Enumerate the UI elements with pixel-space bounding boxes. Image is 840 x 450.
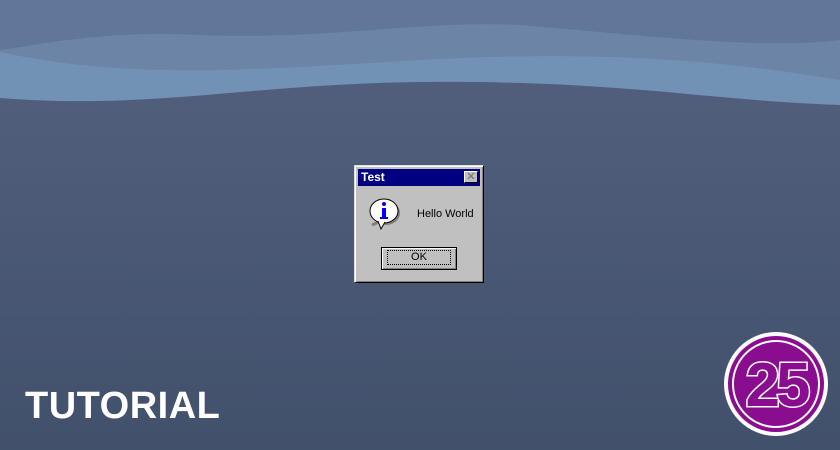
tutorial-label: TUTORIAL xyxy=(25,385,221,427)
logo-25: 25 xyxy=(724,332,828,436)
dialog-message: Hello World xyxy=(417,208,474,220)
svg-text:25: 25 xyxy=(746,351,809,420)
ok-button-label: OK xyxy=(387,250,451,265)
close-button[interactable]: ✕ xyxy=(464,171,478,183)
message-dialog: Test ✕ Hello World OK xyxy=(354,165,484,283)
info-icon xyxy=(369,198,400,231)
close-icon: ✕ xyxy=(466,171,476,183)
dialog-title: Test xyxy=(361,170,385,184)
ok-button[interactable]: OK xyxy=(381,247,457,270)
dialog-titlebar[interactable]: Test ✕ xyxy=(358,169,480,186)
